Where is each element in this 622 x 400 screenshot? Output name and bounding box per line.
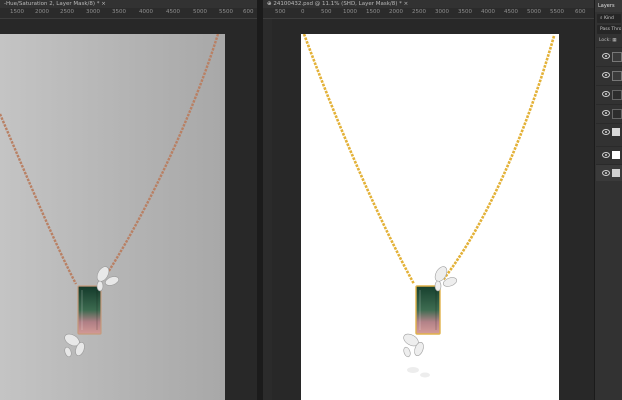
kind-filter-dropdown[interactable]: ⌕ Kind	[597, 14, 621, 23]
document-tab-title: 24100432.psd @ 11.1% (SHD, Layer Mask/8)…	[273, 1, 402, 7]
layers-panel-tab[interactable]: Layers	[595, 0, 622, 12]
ruler-tick-label: 4500	[504, 9, 518, 15]
ruler-tick-label: 500	[321, 9, 332, 15]
horizontal-ruler[interactable]: 1500 2000 2500 3000 3500 4000 4500 5000 …	[0, 8, 257, 19]
ruler-tick-label: 3000	[86, 9, 100, 15]
ruler-tick-label: 4500	[166, 9, 180, 15]
document-tab-prefix: ⊕	[267, 1, 272, 7]
layer-thumbnail	[612, 151, 620, 159]
ruler-tick-label: 5000	[527, 9, 541, 15]
ruler-tick-label: 500	[275, 9, 286, 15]
necklace-image-gold	[302, 34, 556, 378]
lock-label: Lock:	[599, 38, 611, 43]
ruler-tick-label: 600	[575, 9, 586, 15]
folder-icon	[612, 128, 620, 136]
document-tab-title: -Hue/Saturation 2, Layer Mask/8) *	[4, 1, 100, 7]
ruler-tick-label: 1500	[10, 9, 24, 15]
eye-icon[interactable]	[602, 91, 610, 97]
layer-row-selected[interactable]	[596, 164, 622, 181]
document-tab-left[interactable]: -Hue/Saturation 2, Layer Mask/8) * ×	[0, 0, 257, 8]
layer-thumbnail	[612, 109, 622, 119]
artboard-photo-white	[301, 34, 559, 400]
layer-row[interactable]	[596, 47, 622, 64]
eye-icon[interactable]	[602, 110, 610, 116]
layer-thumbnail	[612, 90, 622, 100]
layer-row[interactable]	[596, 85, 622, 102]
lock-row: Lock: ▦	[597, 36, 621, 45]
layer-thumbnail	[612, 71, 622, 81]
layer-thumbnail	[612, 169, 620, 177]
ruler-tick-label: 2500	[412, 9, 426, 15]
eye-icon[interactable]	[602, 53, 610, 59]
ruler-tick-label: 1000	[343, 9, 357, 15]
layer-row[interactable]	[596, 146, 622, 163]
ruler-tick-label: 4000	[481, 9, 495, 15]
blend-mode-dropdown[interactable]: Pass Thro	[597, 25, 621, 34]
document-window-right[interactable]: ⊕ 24100432.psd @ 11.1% (SHD, Layer Mask/…	[263, 0, 594, 400]
ruler-tick-label: 3500	[458, 9, 472, 15]
artboard-photo-gray	[0, 34, 225, 400]
close-icon[interactable]: ×	[101, 1, 106, 7]
horizontal-ruler[interactable]: 500 0 500 1000 1500 2000 2500 3000 3500 …	[263, 8, 594, 19]
eye-icon[interactable]	[602, 152, 610, 158]
ruler-tick-label: 2000	[35, 9, 49, 15]
canvas-area[interactable]	[0, 19, 257, 400]
document-tab-right[interactable]: ⊕ 24100432.psd @ 11.1% (SHD, Layer Mask/…	[263, 0, 594, 8]
ruler-tick-label: 1500	[366, 9, 380, 15]
layer-row[interactable]	[596, 104, 622, 121]
ruler-tick-label: 5500	[219, 9, 233, 15]
ruler-tick-label: 0	[301, 9, 305, 15]
document-window-left[interactable]: -Hue/Saturation 2, Layer Mask/8) * × 150…	[0, 0, 257, 400]
ruler-tick-label: 2000	[389, 9, 403, 15]
canvas-area[interactable]	[272, 19, 594, 400]
ruler-tick-label: 3000	[435, 9, 449, 15]
ruler-tick-label: 5000	[193, 9, 207, 15]
layer-row[interactable]	[596, 123, 622, 140]
ruler-tick-label: 600	[243, 9, 254, 15]
eye-icon[interactable]	[602, 129, 610, 135]
layers-panel: Layers ⌕ Kind Pass Thro Lock: ▦	[594, 0, 622, 400]
ruler-tick-label: 2500	[60, 9, 74, 15]
kind-filter-label: Kind	[603, 16, 614, 21]
layer-row[interactable]	[596, 66, 622, 83]
ruler-tick-label: 5500	[550, 9, 564, 15]
ruler-tick-label: 4000	[139, 9, 153, 15]
eye-icon[interactable]	[602, 72, 610, 78]
lock-pixels-icon[interactable]: ▦	[612, 38, 616, 43]
layer-thumbnail	[612, 52, 622, 62]
vertical-ruler[interactable]	[263, 19, 272, 400]
necklace-image-rose	[0, 34, 220, 358]
search-icon: ⌕	[600, 16, 603, 21]
eye-icon[interactable]	[602, 170, 610, 176]
ruler-tick-label: 3500	[112, 9, 126, 15]
close-icon[interactable]: ×	[404, 1, 409, 7]
